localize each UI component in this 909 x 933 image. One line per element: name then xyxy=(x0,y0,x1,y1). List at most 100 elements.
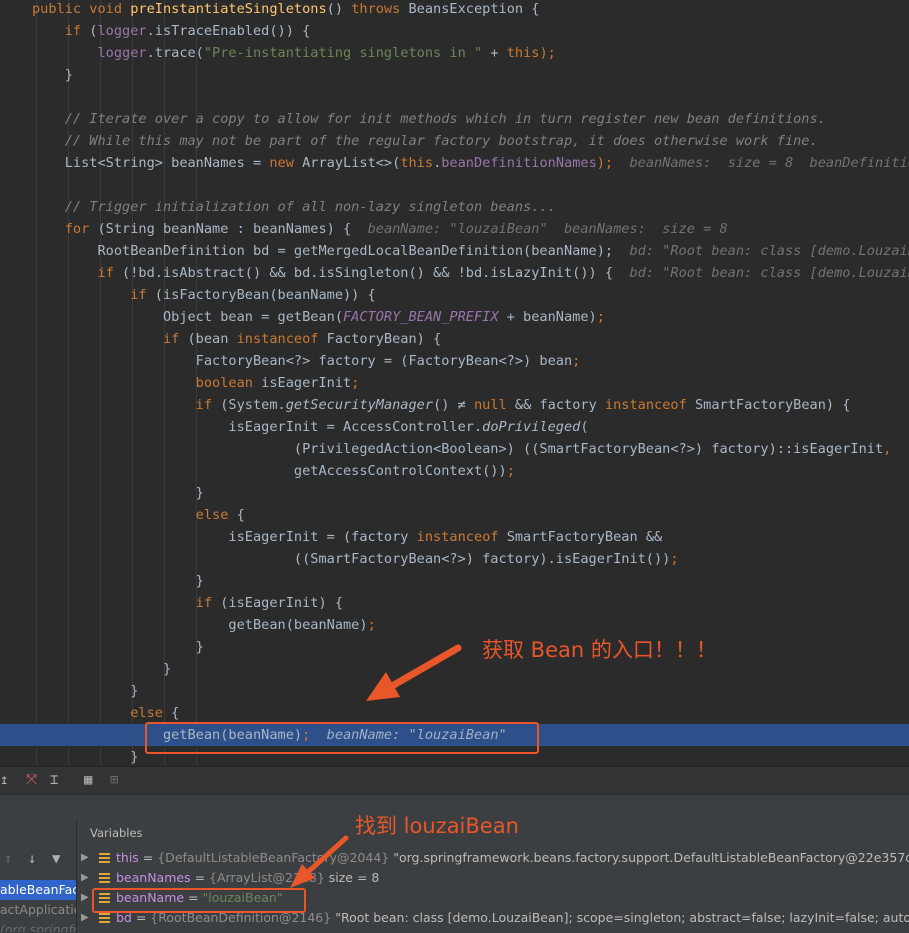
stack-frame[interactable]: (org.springfra xyxy=(0,920,76,932)
code-line[interactable] xyxy=(0,86,32,108)
drop-frame-icon[interactable]: ⤧ xyxy=(26,771,37,789)
code-line[interactable]: } xyxy=(0,64,73,86)
code-token: () ≠ xyxy=(433,397,474,413)
expand-arrow-icon[interactable]: ▶ xyxy=(81,908,89,928)
code-token: null xyxy=(473,397,515,413)
expand-arrow-icon[interactable]: ▶ xyxy=(81,848,89,868)
code-token: beanNames: size = 8 beanDefinitionNames:… xyxy=(629,155,909,171)
code-line[interactable]: boolean isEagerInit; xyxy=(0,372,360,394)
beanname-highlight-box xyxy=(92,888,306,913)
filter-icon[interactable]: ▼ xyxy=(52,850,60,868)
code-token: isEagerInit = (factory xyxy=(32,529,417,545)
code-line[interactable]: if (logger.isTraceEnabled()) { xyxy=(0,20,311,42)
code-token: else xyxy=(32,507,237,523)
code-line[interactable]: Object bean = getBean(FACTORY_BEAN_PREFI… xyxy=(0,306,605,328)
code-line[interactable]: getAccessControlContext()); xyxy=(0,460,515,482)
code-token: this xyxy=(400,155,434,171)
code-line[interactable]: List<String> beanNames = new ArrayList<>… xyxy=(0,152,909,174)
debug-toolbar: ↥ ⤧ ⌶ ▦ ⊞ xyxy=(0,766,909,795)
code-token: (bean xyxy=(187,331,237,347)
variable-name: this xyxy=(116,850,139,865)
code-token: if xyxy=(32,595,221,611)
found-annotation: 找到 louzaiBean xyxy=(355,814,519,838)
code-token: FactoryBean) { xyxy=(326,331,442,347)
code-line[interactable]: for (String beanName : beanNames) { bean… xyxy=(0,218,728,240)
code-token: ArrayList<>( xyxy=(302,155,401,171)
code-token: (String beanName : beanNames) { xyxy=(97,221,352,237)
code-line[interactable]: } xyxy=(0,746,138,766)
trace-icon[interactable]: ⊞ xyxy=(110,771,118,789)
code-line[interactable]: (PrivilegedAction<Boolean>) ((SmartFacto… xyxy=(0,438,891,460)
step-out-icon[interactable]: ↥ xyxy=(0,771,8,789)
code-token: beanDefinitionNames xyxy=(441,155,597,171)
code-token: SmartFactoryBean) { xyxy=(694,397,851,413)
expand-arrow-icon[interactable]: ▶ xyxy=(81,868,89,888)
code-line[interactable]: else { xyxy=(0,504,245,526)
code-token: } xyxy=(32,639,204,655)
code-token: ; xyxy=(506,463,515,479)
variable-name: beanNames xyxy=(116,870,191,885)
code-token: if xyxy=(32,265,123,281)
code-line[interactable]: FactoryBean<?> factory = (FactoryBean<?>… xyxy=(0,350,581,372)
code-token: FactoryBean<?> factory = (FactoryBean<?>… xyxy=(32,353,573,369)
evaluate-icon[interactable]: ▦ xyxy=(84,771,92,789)
code-token: ); xyxy=(596,155,614,171)
code-token: preInstantiateSingletons xyxy=(130,1,327,17)
code-line[interactable]: } xyxy=(0,658,171,680)
up-arrow-icon[interactable]: ↑ xyxy=(4,850,12,868)
code-line[interactable]: logger.trace("Pre-instantiating singleto… xyxy=(0,42,555,64)
code-token: // Trigger initialization of all non-laz… xyxy=(32,199,556,215)
code-line[interactable]: if (!bd.isAbstract() && bd.isSingleton()… xyxy=(0,262,909,284)
code-line[interactable]: getBean(beanName); xyxy=(0,614,375,636)
code-line[interactable]: // Trigger initialization of all non-laz… xyxy=(0,196,556,218)
code-line[interactable]: else { xyxy=(0,702,179,724)
code-line[interactable]: public void preInstantiateSingletons() t… xyxy=(0,0,539,20)
code-line[interactable]: // While this may not be part of the reg… xyxy=(0,130,818,152)
code-token: if xyxy=(32,331,188,347)
code-token: instanceof xyxy=(236,331,327,347)
expand-arrow-icon[interactable]: ▶ xyxy=(81,888,89,908)
entry-annotation: 获取 Bean 的入口！！！ xyxy=(482,638,717,662)
code-token: doPrivileged xyxy=(482,419,581,435)
stack-frame[interactable]: actApplicatio xyxy=(0,900,76,920)
frames-panel: ↑ ↓ ▼ ableBeanFactoactApplicatio(org.spr… xyxy=(0,820,77,932)
code-token: isEagerInit = AccessController. xyxy=(32,419,483,435)
code-line[interactable]: if (isEagerInit) { xyxy=(0,592,343,614)
code-line[interactable]: if (bean instanceof FactoryBean) { xyxy=(0,328,441,350)
code-token: public void xyxy=(32,1,131,17)
code-line[interactable]: // Iterate over a copy to allow for init… xyxy=(0,108,826,130)
code-line[interactable]: if (System.getSecurityManager() ≠ null &… xyxy=(0,394,851,416)
code-line[interactable]: } xyxy=(0,636,204,658)
code-line[interactable]: ((SmartFactoryBean<?>) factory).isEagerI… xyxy=(0,548,679,570)
code-token: () xyxy=(326,1,352,17)
code-token: logger xyxy=(32,45,147,61)
code-line[interactable]: isEagerInit = (factory instanceof SmartF… xyxy=(0,526,662,548)
variable-row[interactable]: ▶ beanNames = {ArrayList@2128} size = 8 xyxy=(78,868,909,888)
code-line[interactable]: if (isFactoryBean(beanName)) { xyxy=(0,284,376,306)
variable-value: "org.springframework.beans.factory.suppo… xyxy=(393,850,909,865)
code-token: isEagerInit xyxy=(261,375,352,391)
variable-row[interactable]: ▶ this = {DefaultListableBeanFactory@2044… xyxy=(78,848,909,868)
code-editor[interactable]: public void preInstantiateSingletons() t… xyxy=(0,0,909,766)
code-token: SmartFactoryBean && xyxy=(506,529,663,545)
down-arrow-icon[interactable]: ↓ xyxy=(28,850,36,868)
code-token: FACTORY_BEAN_PREFIX xyxy=(343,309,499,325)
code-line[interactable] xyxy=(0,174,32,196)
code-token: for xyxy=(32,221,98,237)
code-token: ; xyxy=(596,309,605,325)
code-token: { xyxy=(236,507,245,523)
code-token: this xyxy=(506,45,540,61)
code-line[interactable]: isEagerInit = AccessController.doPrivile… xyxy=(0,416,589,438)
code-line[interactable]: } xyxy=(0,482,204,504)
variable-text: beanNames = {ArrayList@2128} size = 8 xyxy=(116,870,380,885)
code-line[interactable]: RootBeanDefinition bd = getMergedLocalBe… xyxy=(0,240,909,262)
code-line[interactable]: } xyxy=(0,570,204,592)
code-line[interactable]: } xyxy=(0,680,138,702)
run-to-cursor-icon[interactable]: ⌶ xyxy=(50,771,58,789)
code-token: } xyxy=(32,573,204,589)
code-token: else xyxy=(32,705,172,721)
code-token: instanceof xyxy=(604,397,695,413)
stack-frame[interactable]: ableBeanFacto xyxy=(0,880,76,900)
code-token: ( xyxy=(580,419,589,435)
code-token: (!bd.isAbstract() && bd.isSingleton() &&… xyxy=(122,265,614,281)
